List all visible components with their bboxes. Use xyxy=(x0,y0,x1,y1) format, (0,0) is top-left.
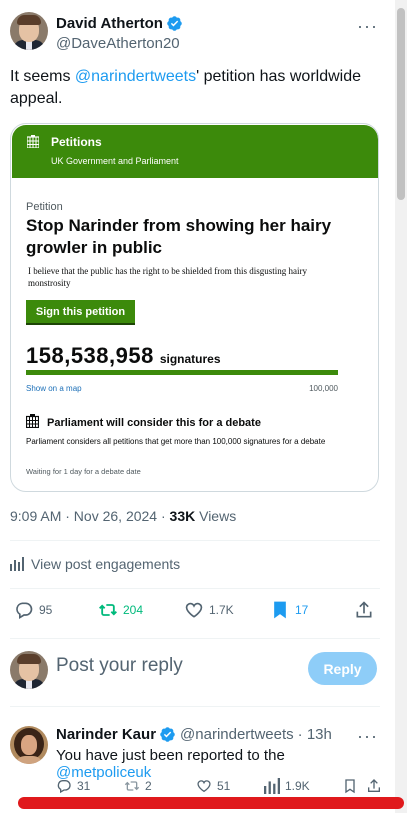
portcullis-icon xyxy=(27,135,39,148)
petition-description: I believe that the public has the right … xyxy=(28,266,307,288)
verified-badge-icon xyxy=(160,727,175,742)
bookmark-count: 17 xyxy=(295,603,309,617)
post-text: It seems @narindertweets' petition has w… xyxy=(10,66,380,110)
scrollbar-track[interactable] xyxy=(395,0,407,813)
avatar-body xyxy=(15,756,43,764)
show-on-map-link[interactable]: Show on a map xyxy=(26,384,82,393)
reply-count: 31 xyxy=(77,779,91,793)
analytics-bars-icon xyxy=(264,778,280,794)
reply-bubble-icon xyxy=(57,780,71,794)
like-action[interactable]: 1.7K xyxy=(184,600,234,620)
debate-wait-status: Waiting for 1 day for a debate date xyxy=(26,467,141,476)
red-annotation-underline xyxy=(18,797,404,809)
avatar-hair xyxy=(17,15,41,25)
repost-count: 204 xyxy=(123,603,144,617)
bookmark-filled-icon xyxy=(274,601,286,619)
reply-action-bar: 31 2 51 1.9K xyxy=(56,778,380,798)
petition-title: Stop Narinder from showing her hairy gro… xyxy=(26,216,332,257)
reply-author-row: Narinder Kaur @narindertweets · 13h xyxy=(56,726,332,743)
more-options-icon[interactable]: ··· xyxy=(357,726,378,747)
bookmark-action[interactable]: 17 xyxy=(270,600,308,620)
parliament-portcullis-icon xyxy=(26,414,39,428)
like-action[interactable]: 51 xyxy=(196,778,230,794)
analytics-bars-icon xyxy=(10,557,24,571)
views-action[interactable]: 1.9K xyxy=(264,778,310,794)
views-count: 33K xyxy=(169,508,196,524)
author-name-row: David Atherton xyxy=(56,15,183,32)
share-icon xyxy=(356,601,372,618)
reply-text-before: You have just been reported to the xyxy=(56,747,285,764)
bookmark-action[interactable] xyxy=(342,778,363,794)
petitions-header-title: Petitions xyxy=(51,135,102,149)
more-options-icon[interactable]: ··· xyxy=(357,16,378,37)
reply-bubble-icon xyxy=(16,602,33,619)
post-header: David Atherton @DaveAtherton20 ··· xyxy=(10,12,380,56)
views-label: Views xyxy=(195,508,237,524)
petition-card-inner: Petitions UK Government and Parliament P… xyxy=(11,124,378,491)
signature-progress-fill xyxy=(26,370,338,375)
author-handle[interactable]: @DaveAtherton20 xyxy=(56,35,180,52)
author-avatar[interactable] xyxy=(10,12,48,50)
divider xyxy=(10,638,380,639)
petitions-header-subtitle: UK Government and Parliament xyxy=(51,156,179,166)
view-engagements-link[interactable]: View post engagements xyxy=(10,556,180,572)
post-timestamp-views: 9:09 AM · Nov 26, 2024 · 33K Views xyxy=(10,508,236,524)
repost-action[interactable]: 2 xyxy=(124,778,152,794)
reply-author-avatar[interactable] xyxy=(10,726,48,764)
reply-button[interactable]: Reply xyxy=(308,652,377,685)
signature-target: 100,000 xyxy=(309,384,338,393)
repost-count: 2 xyxy=(145,779,152,793)
avatar-hair xyxy=(17,654,41,664)
petition-card[interactable]: Petitions UK Government and Parliament P… xyxy=(10,123,379,492)
reply-text: You have just been reported to the @metp… xyxy=(56,747,380,781)
reply-tweet[interactable]: Narinder Kaur @narindertweets · 13h ··· … xyxy=(10,726,380,806)
reply-composer: Reply xyxy=(10,650,380,690)
repost-action[interactable]: 204 xyxy=(98,600,143,620)
debate-description: Parliament considers all petitions that … xyxy=(26,437,326,446)
signature-count: 158,538,958 xyxy=(26,343,154,368)
debate-title: Parliament will consider this for a deba… xyxy=(47,417,261,429)
reply-action[interactable]: 31 xyxy=(56,778,90,794)
share-icon xyxy=(368,779,380,792)
verified-badge-icon xyxy=(167,16,182,31)
reply-count: 95 xyxy=(39,603,53,617)
like-count: 1.7K xyxy=(209,603,234,617)
author-name[interactable]: David Atherton xyxy=(56,15,163,32)
like-count: 51 xyxy=(217,779,231,793)
sign-petition-button[interactable]: Sign this petition xyxy=(26,300,135,323)
share-action[interactable] xyxy=(354,600,379,620)
share-action[interactable] xyxy=(366,778,387,794)
mention-link[interactable]: @narindertweets xyxy=(75,68,196,85)
petition-label: Petition xyxy=(26,201,63,213)
reply-time[interactable]: · 13h xyxy=(298,726,332,743)
views-count: 1.9K xyxy=(285,779,310,793)
signature-progress-bar xyxy=(26,370,338,375)
avatar-face xyxy=(21,735,37,755)
signature-label: signatures xyxy=(159,352,221,366)
view-engagements-label: View post engagements xyxy=(31,556,181,572)
divider xyxy=(10,588,380,589)
divider xyxy=(10,540,380,541)
post-timestamp[interactable]: 9:09 AM · Nov 26, 2024 · xyxy=(10,508,170,524)
heart-icon xyxy=(185,602,203,618)
repost-icon xyxy=(124,781,140,791)
bookmark-icon xyxy=(345,779,355,794)
post-text-before: It seems xyxy=(10,68,75,85)
divider xyxy=(10,706,380,707)
repost-icon xyxy=(99,604,117,616)
composer-avatar[interactable] xyxy=(10,651,48,689)
signature-row: 158,538,958 signatures xyxy=(26,343,221,369)
reply-input[interactable] xyxy=(56,655,296,677)
reply-author-handle[interactable]: @narindertweets xyxy=(180,726,294,743)
petitions-header-bar: Petitions UK Government and Parliament xyxy=(12,125,378,178)
heart-icon xyxy=(197,780,211,793)
reply-author-name[interactable]: Narinder Kaur xyxy=(56,726,156,743)
scrollbar-thumb[interactable] xyxy=(397,8,405,200)
post-action-bar: 95 204 1.7K 17 xyxy=(14,600,376,628)
reply-action[interactable]: 95 xyxy=(14,600,52,620)
